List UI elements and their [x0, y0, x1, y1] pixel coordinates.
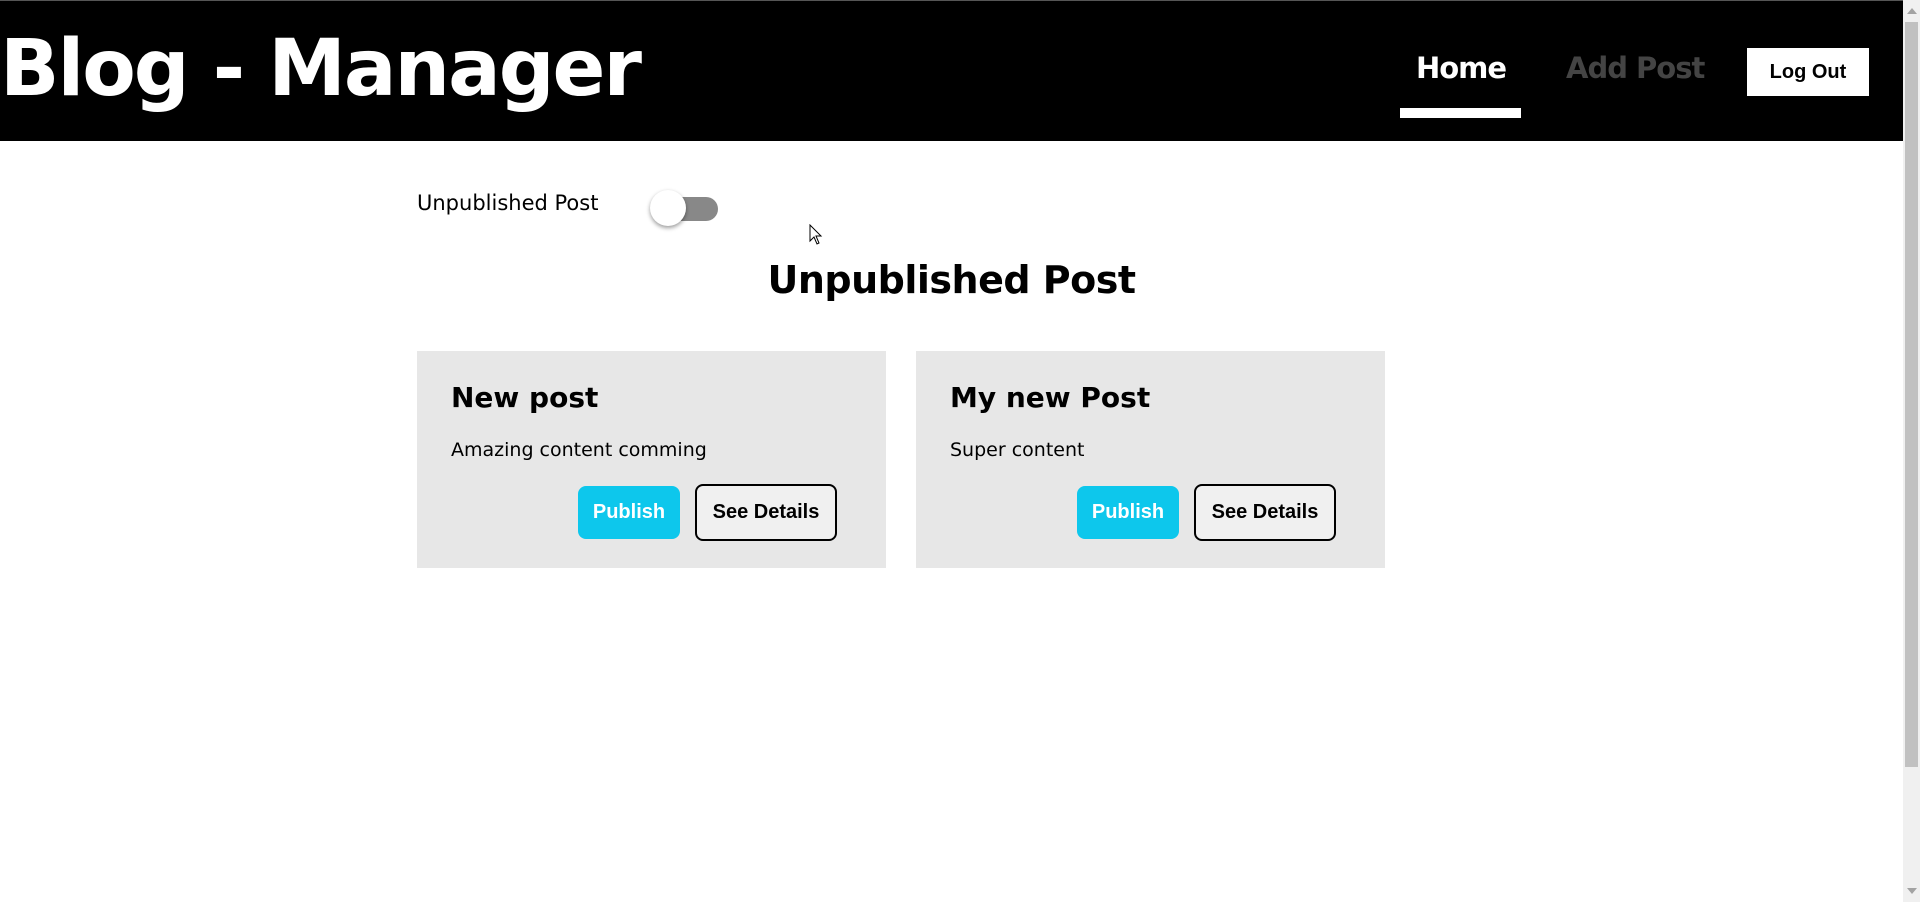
publish-button[interactable]: Publish: [578, 486, 680, 539]
nav-add-post[interactable]: Add Post: [1566, 51, 1705, 85]
post-card: My new Post Super content Publish See De…: [916, 351, 1385, 568]
mouse-cursor-icon: [809, 224, 823, 245]
post-title: My new Post: [950, 381, 1151, 414]
post-title: New post: [451, 381, 599, 414]
page-heading: Unpublished Post: [767, 258, 1136, 302]
nav-home[interactable]: Home: [1402, 51, 1520, 85]
app-title: Blog - Manager: [0, 24, 642, 114]
post-card: New post Amazing content comming Publish…: [417, 351, 886, 568]
log-out-button[interactable]: Log Out: [1747, 48, 1869, 96]
unpublished-toggle[interactable]: [650, 190, 718, 226]
see-details-button[interactable]: See Details: [1194, 484, 1336, 541]
scroll-down-arrow-icon[interactable]: [1907, 888, 1917, 894]
vertical-scrollbar[interactable]: [1903, 0, 1920, 902]
unpublished-toggle-label: Unpublished Post: [417, 191, 599, 215]
post-content: Super content: [950, 439, 1085, 461]
scrollbar-thumb[interactable]: [1905, 22, 1918, 767]
post-content: Amazing content comming: [451, 439, 707, 461]
toggle-knob: [650, 190, 686, 226]
header: Blog - Manager Home Add Post Log Out: [0, 1, 1903, 141]
active-nav-indicator: [1400, 108, 1521, 118]
scroll-up-arrow-icon[interactable]: [1907, 8, 1917, 14]
see-details-button[interactable]: See Details: [695, 484, 837, 541]
publish-button[interactable]: Publish: [1077, 486, 1179, 539]
